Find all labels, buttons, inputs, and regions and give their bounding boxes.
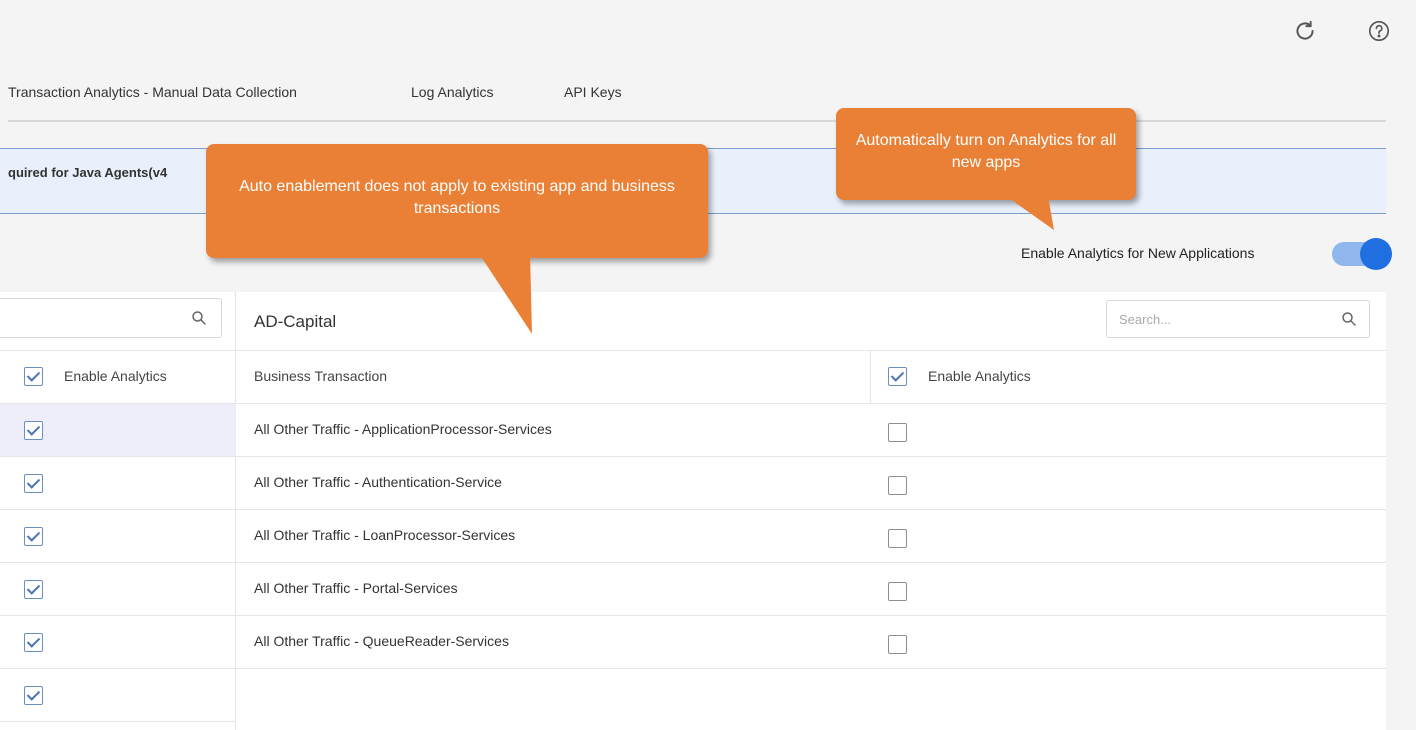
app-row[interactable] [0, 510, 236, 563]
enable-analytics-header: Enable Analytics [64, 368, 167, 384]
callout-existing-tail [478, 252, 532, 334]
business-transaction-header: Business Transaction [254, 368, 388, 384]
select-all-apps-checkbox[interactable] [24, 367, 43, 386]
app-enable-checkbox[interactable] [24, 686, 43, 705]
table-row[interactable]: All Other Traffic - QueueReader-Services [236, 616, 1386, 669]
app-row[interactable] [0, 563, 236, 616]
bt-enable-checkbox[interactable] [888, 529, 907, 548]
enable-new-apps-label: Enable Analytics for New Applications [1021, 245, 1255, 261]
callout-new-apps: Automatically turn on Analytics for all … [836, 108, 1136, 200]
column-divider [870, 351, 871, 404]
app-enable-checkbox[interactable] [24, 633, 43, 652]
app-row[interactable] [0, 669, 236, 722]
app-row[interactable] [0, 404, 236, 457]
app-enable-checkbox[interactable] [24, 474, 43, 493]
bt-search-input[interactable] [1107, 301, 1327, 337]
app-enable-checkbox[interactable] [24, 527, 43, 546]
app-row[interactable] [0, 457, 236, 510]
bt-enable-checkbox[interactable] [888, 582, 907, 601]
bt-name: All Other Traffic - LoanProcessor-Servic… [254, 527, 516, 543]
callout-new-apps-tail [1006, 196, 1054, 230]
tab-api-keys[interactable]: API Keys [564, 84, 622, 100]
callout-existing-apps: Auto enablement does not apply to existi… [206, 144, 708, 258]
settings-tabs: Transaction Analytics - Manual Data Coll… [0, 78, 1390, 112]
search-icon[interactable] [1341, 311, 1357, 327]
table-row[interactable]: All Other Traffic - ApplicationProcessor… [236, 404, 1386, 457]
bt-name: All Other Traffic - ApplicationProcessor… [254, 421, 552, 437]
toggle-knob [1360, 238, 1392, 270]
bt-name: All Other Traffic - QueueReader-Services [254, 633, 509, 649]
application-title: AD-Capital [254, 312, 337, 331]
bt-enable-checkbox[interactable] [888, 476, 907, 495]
bt-name: All Other Traffic - Authentication-Servi… [254, 474, 502, 490]
enable-new-apps-toggle[interactable] [1332, 236, 1392, 272]
search-icon[interactable] [191, 310, 207, 326]
app-enable-checkbox[interactable] [24, 580, 43, 599]
enable-analytics-header: Enable Analytics [928, 368, 1031, 384]
callout-existing-text: Auto enablement does not apply to existi… [239, 178, 675, 217]
tabs-divider [8, 120, 1386, 122]
bt-table-header: Business Transaction Enable Analytics [236, 350, 1386, 404]
bt-name: All Other Traffic - Portal-Services [254, 580, 458, 596]
tab-log-analytics[interactable]: Log Analytics [411, 84, 494, 100]
app-search-input[interactable] [0, 298, 222, 338]
tab-transaction-analytics-manual[interactable]: Transaction Analytics - Manual Data Coll… [8, 84, 297, 100]
top-bar [0, 0, 1416, 60]
callout-new-apps-text: Automatically turn on Analytics for all … [855, 132, 1117, 171]
app-table-header: Enable Analytics [0, 350, 236, 404]
bt-search-field[interactable] [1106, 300, 1370, 338]
app-row[interactable] [0, 616, 236, 669]
bt-enable-checkbox[interactable] [888, 635, 907, 654]
bt-enable-checkbox[interactable] [888, 423, 907, 442]
select-all-bt-checkbox[interactable] [888, 367, 907, 386]
table-row[interactable]: All Other Traffic - Authentication-Servi… [236, 457, 1386, 510]
table-row[interactable]: All Other Traffic - Portal-Services [236, 563, 1386, 616]
refresh-icon[interactable] [1292, 18, 1318, 44]
table-row[interactable]: All Other Traffic - LoanProcessor-Servic… [236, 510, 1386, 563]
applications-panel: Enable Analytics [0, 292, 236, 730]
banner-text: quired for Java Agents(v4 [8, 165, 168, 180]
business-transactions-panel: AD-Capital Business Transaction Enable A… [236, 292, 1386, 730]
app-enable-checkbox[interactable] [24, 421, 43, 440]
help-icon[interactable] [1366, 18, 1392, 44]
